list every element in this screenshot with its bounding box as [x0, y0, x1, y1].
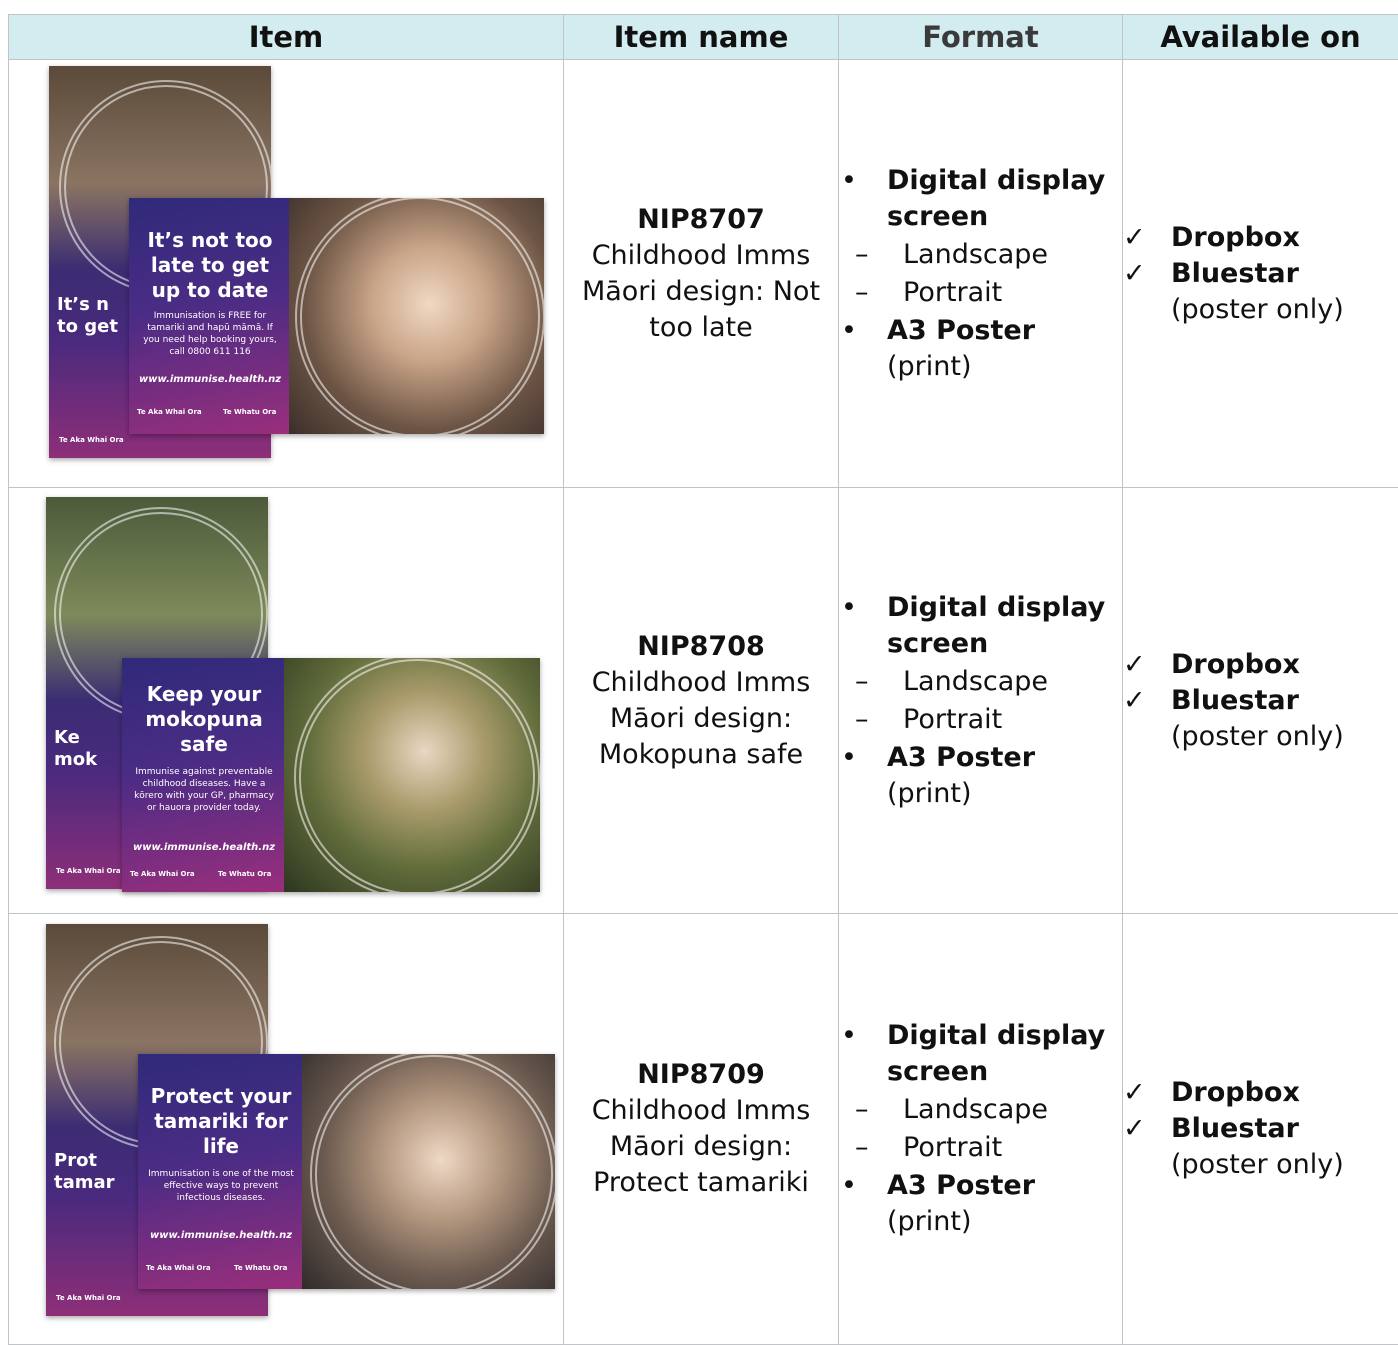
- resource-catalogue-table: Item Item name Format Available on It’s …: [8, 14, 1398, 1345]
- item-description: Childhood Imms Māori design: Mokopuna sa…: [564, 665, 838, 773]
- poster-logo-left: Te Aka Whai Ora: [59, 436, 263, 444]
- poster-headline: Protect your tamariki for life: [148, 1084, 294, 1159]
- format-sub-landscape: Landscape: [839, 237, 1122, 273]
- poster-photo: [289, 198, 544, 434]
- available-on-cell: Dropbox Bluestar (poster only): [1123, 914, 1398, 1345]
- item-name-cell: NIP8708 Childhood Imms Māori design: Mok…: [564, 488, 839, 914]
- poster-photo: [302, 1054, 555, 1289]
- item-image-cell: It’s n to get Te Aka Whai Ora It’s not t…: [9, 60, 564, 488]
- item-description: Childhood Imms Māori design: Protect tam…: [564, 1093, 838, 1201]
- poster-logo-right: Te Whatu Ora: [234, 1264, 287, 1272]
- format-item-poster: A3 Poster: [839, 740, 1122, 776]
- format-sub-portrait: Portrait: [839, 275, 1122, 311]
- table-header-row: Item Item name Format Available on: [9, 15, 1398, 60]
- item-image-cell: Ke mok Te Aka Whai Ora Keep your mokopun…: [9, 488, 564, 914]
- table-row: Prot tamar Te Aka Whai Ora Protect your …: [9, 914, 1398, 1345]
- poster-logo-left: Te Aka Whai Ora: [146, 1264, 211, 1272]
- poster-headline: Keep your mokopuna safe: [132, 682, 276, 757]
- header-format: Format: [839, 15, 1123, 60]
- item-description: Childhood Imms Māori design: Not too lat…: [564, 238, 838, 346]
- format-sub-landscape: Landscape: [839, 1092, 1122, 1128]
- poster-logo-left: Te Aka Whai Ora: [130, 870, 195, 878]
- landscape-poster-image: Keep your mokopuna safe Immunise against…: [122, 658, 540, 892]
- koru-ring-graphic: [295, 198, 544, 434]
- poster-text-panel: Keep your mokopuna safe Immunise against…: [122, 658, 284, 892]
- poster-logo-left: Te Aka Whai Ora: [56, 1294, 260, 1302]
- available-bluestar: Bluestar: [1123, 683, 1398, 719]
- available-dropbox: Dropbox: [1123, 647, 1398, 683]
- format-cell: Digital display screen Landscape Portrai…: [839, 60, 1123, 488]
- landscape-poster-image: Protect your tamariki for life Immunisat…: [138, 1054, 555, 1289]
- poster-text-panel: It’s not too late to get up to date Immu…: [129, 198, 289, 434]
- table-row: Ke mok Te Aka Whai Ora Keep your mokopun…: [9, 488, 1398, 914]
- poster-headline: It’s not too late to get up to date: [139, 228, 281, 303]
- koru-ring-graphic: [294, 658, 540, 892]
- item-name-cell: NIP8709 Childhood Imms Māori design: Pro…: [564, 914, 839, 1345]
- landscape-poster-image: It’s not too late to get up to date Immu…: [129, 198, 544, 434]
- poster-body-text: Immunise against preventable childhood d…: [132, 766, 276, 814]
- format-sub-portrait: Portrait: [839, 702, 1122, 738]
- item-name-cell: NIP8707 Childhood Imms Māori design: Not…: [564, 60, 839, 488]
- available-dropbox: Dropbox: [1123, 220, 1398, 256]
- available-on-cell: Dropbox Bluestar (poster only): [1123, 488, 1398, 914]
- available-bluestar: Bluestar: [1123, 1111, 1398, 1147]
- format-item-digital: Digital display screen: [839, 163, 1122, 235]
- format-item-poster-note: (print): [839, 349, 1122, 385]
- header-item-name: Item name: [564, 15, 839, 60]
- available-note: (poster only): [1123, 719, 1398, 755]
- format-item-digital: Digital display screen: [839, 1018, 1122, 1090]
- format-item-poster: A3 Poster: [839, 313, 1122, 349]
- poster-logo-right: Te Whatu Ora: [223, 408, 276, 416]
- available-dropbox: Dropbox: [1123, 1075, 1398, 1111]
- available-note: (poster only): [1123, 1147, 1398, 1183]
- item-image-cell: Prot tamar Te Aka Whai Ora Protect your …: [9, 914, 564, 1345]
- format-cell: Digital display screen Landscape Portrai…: [839, 488, 1123, 914]
- poster-text-panel: Protect your tamariki for life Immunisat…: [138, 1054, 302, 1289]
- format-item-poster-note: (print): [839, 1204, 1122, 1240]
- poster-url: www.immunise.health.nz: [132, 842, 276, 853]
- format-item-poster: A3 Poster: [839, 1168, 1122, 1204]
- format-cell: Digital display screen Landscape Portrai…: [839, 914, 1123, 1345]
- format-sub-portrait: Portrait: [839, 1130, 1122, 1166]
- poster-logo-right: Te Whatu Ora: [218, 870, 271, 878]
- item-code: NIP8709: [564, 1057, 838, 1093]
- available-note: (poster only): [1123, 292, 1398, 328]
- item-code: NIP8707: [564, 202, 838, 238]
- poster-logo-left: Te Aka Whai Ora: [137, 408, 202, 416]
- poster-body-text: Immunisation is one of the most effectiv…: [148, 1168, 294, 1204]
- poster-headline-partial: It’s n to get: [57, 294, 127, 338]
- available-bluestar: Bluestar: [1123, 256, 1398, 292]
- available-on-cell: Dropbox Bluestar (poster only): [1123, 60, 1398, 488]
- poster-headline-partial: Ke mok: [54, 727, 124, 771]
- poster-headline-partial: Prot tamar: [54, 1150, 124, 1194]
- poster-body-text: Immunisation is FREE for tamariki and ha…: [139, 310, 281, 358]
- table-row: It’s n to get Te Aka Whai Ora It’s not t…: [9, 60, 1398, 488]
- koru-ring-graphic: [310, 1054, 555, 1289]
- format-item-poster-note: (print): [839, 776, 1122, 812]
- format-sub-landscape: Landscape: [839, 664, 1122, 700]
- header-item: Item: [9, 15, 564, 60]
- poster-url: www.immunise.health.nz: [148, 1230, 294, 1241]
- poster-url: www.immunise.health.nz: [139, 374, 281, 385]
- poster-photo: [284, 658, 540, 892]
- item-code: NIP8708: [564, 629, 838, 665]
- header-available-on: Available on: [1123, 15, 1398, 60]
- format-item-digital: Digital display screen: [839, 590, 1122, 662]
